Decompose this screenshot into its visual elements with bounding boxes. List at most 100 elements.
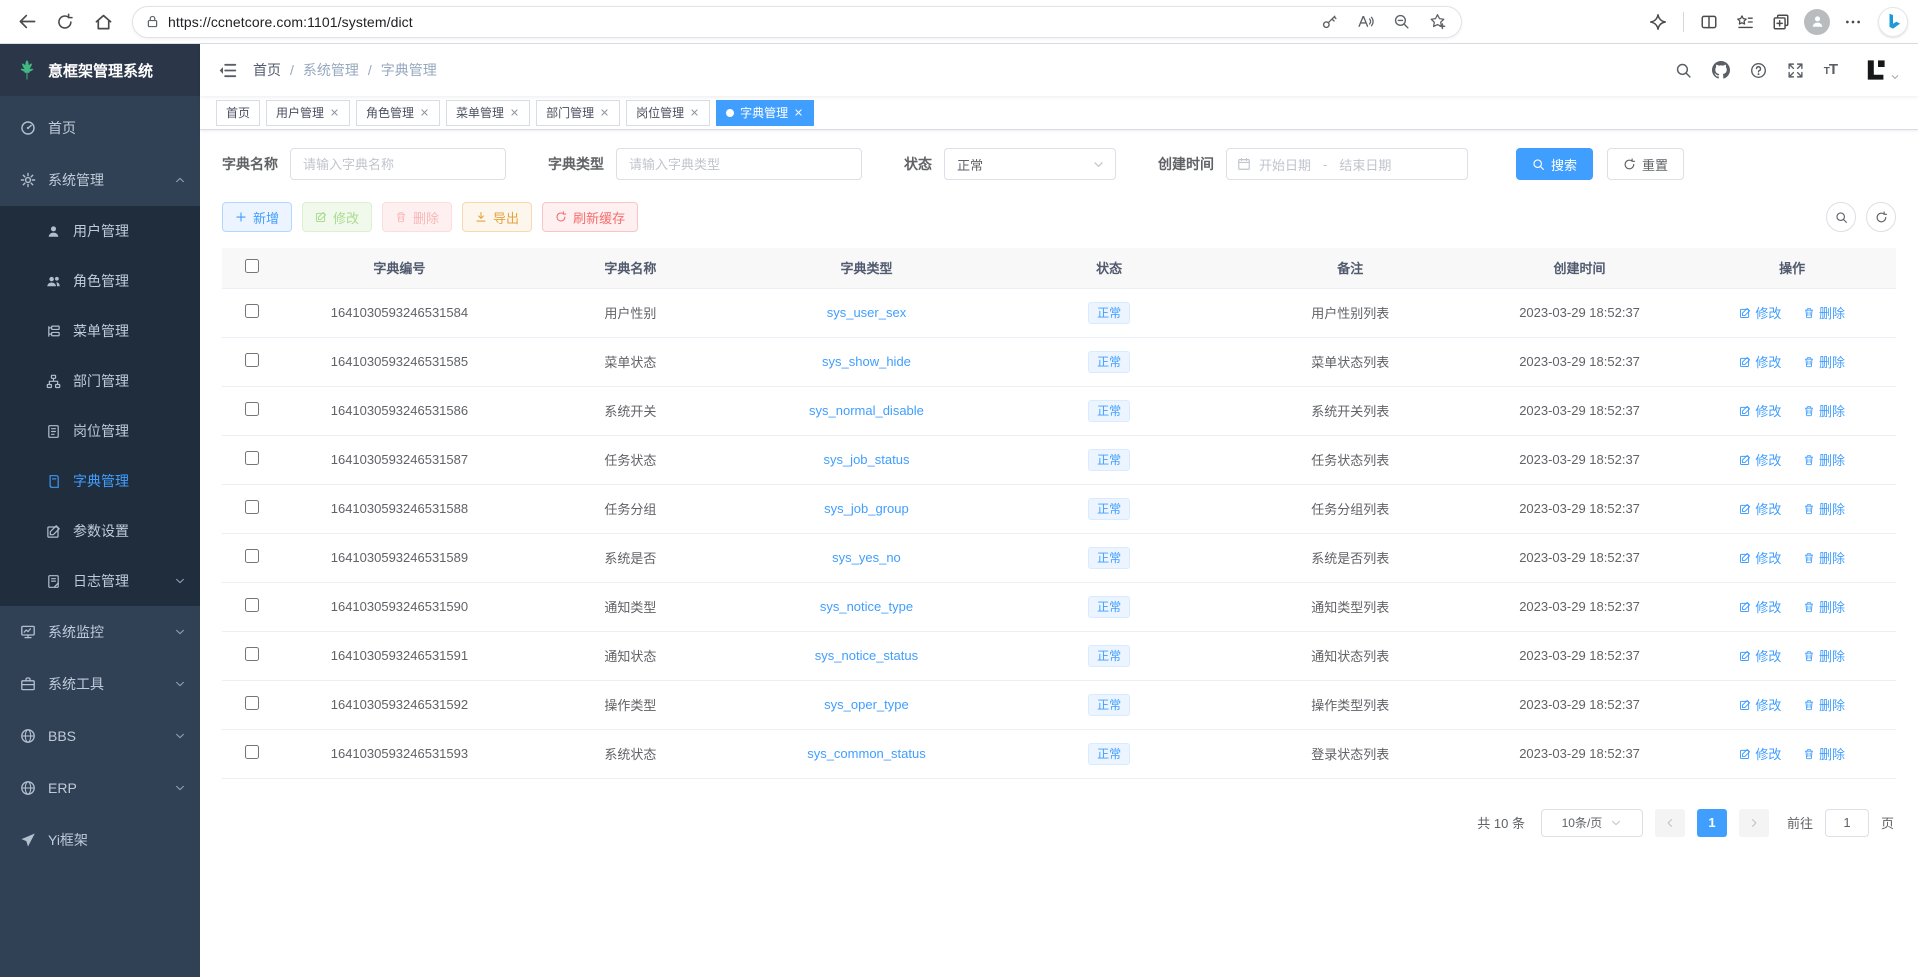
header-search-icon[interactable]: [1675, 62, 1692, 79]
dict-type-link[interactable]: sys_normal_disable: [809, 403, 924, 418]
password-key-icon[interactable]: [1315, 8, 1343, 36]
sidebar-item-menus[interactable]: 菜单管理: [0, 306, 200, 356]
fullscreen-icon[interactable]: [1787, 62, 1804, 79]
sidebar-item-yi[interactable]: Yi框架: [0, 814, 200, 866]
breadcrumb-home[interactable]: 首页: [253, 60, 281, 80]
row-checkbox[interactable]: [245, 647, 259, 661]
current-page-button[interactable]: 1: [1697, 809, 1727, 837]
row-checkbox[interactable]: [245, 402, 259, 416]
sidebar-item-users[interactable]: 用户管理: [0, 206, 200, 256]
dict-type-link[interactable]: sys_yes_no: [832, 550, 901, 565]
row-checkbox[interactable]: [245, 500, 259, 514]
add-favorite-icon[interactable]: [1423, 8, 1451, 36]
row-edit-button[interactable]: 修改: [1739, 401, 1781, 420]
sidebar-item-monitor[interactable]: 系统监控: [0, 606, 200, 658]
goto-page-input[interactable]: [1825, 809, 1869, 837]
split-screen-icon[interactable]: [1692, 5, 1726, 39]
browser-menu-icon[interactable]: [1836, 5, 1870, 39]
row-delete-button[interactable]: 删除: [1803, 646, 1845, 665]
close-icon[interactable]: [689, 107, 700, 118]
row-delete-button[interactable]: 删除: [1803, 450, 1845, 469]
sidebar-item-depts[interactable]: 部门管理: [0, 356, 200, 406]
dict-type-link[interactable]: sys_job_group: [824, 501, 909, 516]
dict-type-link[interactable]: sys_show_hide: [822, 354, 911, 369]
tab-menu-mgmt[interactable]: 菜单管理: [446, 100, 530, 126]
sidebar-item-dict[interactable]: 字典管理: [0, 456, 200, 506]
row-edit-button[interactable]: 修改: [1739, 450, 1781, 469]
search-button[interactable]: 搜索: [1516, 148, 1593, 180]
tab-post-mgmt[interactable]: 岗位管理: [626, 100, 710, 126]
sidebar-item-posts[interactable]: 岗位管理: [0, 406, 200, 456]
sidebar-item-logs[interactable]: 日志管理: [0, 556, 200, 606]
row-checkbox[interactable]: [245, 745, 259, 759]
row-edit-button[interactable]: 修改: [1739, 548, 1781, 567]
yi-framework-logo[interactable]: [1863, 58, 1900, 82]
row-edit-button[interactable]: 修改: [1739, 646, 1781, 665]
browser-back-button[interactable]: [10, 5, 44, 39]
sidebar-item-erp[interactable]: ERP: [0, 762, 200, 814]
browser-refresh-button[interactable]: [48, 5, 82, 39]
sidebar-item-home[interactable]: 首页: [0, 102, 200, 154]
refresh-cache-button[interactable]: 刷新缓存: [542, 202, 638, 232]
dict-type-link[interactable]: sys_common_status: [807, 746, 926, 761]
row-edit-button[interactable]: 修改: [1739, 597, 1781, 616]
row-delete-button[interactable]: 删除: [1803, 548, 1845, 567]
close-icon[interactable]: [599, 107, 610, 118]
row-delete-button[interactable]: 删除: [1803, 401, 1845, 420]
close-icon[interactable]: [329, 107, 340, 118]
help-icon[interactable]: [1750, 62, 1767, 79]
close-icon[interactable]: [509, 107, 520, 118]
tab-home[interactable]: 首页: [216, 100, 260, 126]
row-delete-button[interactable]: 删除: [1803, 695, 1845, 714]
page-size-select[interactable]: 10条/页: [1541, 809, 1643, 837]
row-delete-button[interactable]: 删除: [1803, 303, 1845, 322]
date-range-picker[interactable]: 开始日期 - 结束日期: [1226, 148, 1468, 180]
row-edit-button[interactable]: 修改: [1739, 303, 1781, 322]
bing-chat-icon[interactable]: [1878, 7, 1908, 37]
export-button[interactable]: 导出: [462, 202, 532, 232]
sidebar-item-system[interactable]: 系统管理: [0, 154, 200, 206]
close-icon[interactable]: [419, 107, 430, 118]
profile-avatar[interactable]: [1800, 5, 1834, 39]
row-checkbox[interactable]: [245, 549, 259, 563]
row-checkbox[interactable]: [245, 304, 259, 318]
sidebar-item-bbs[interactable]: BBS: [0, 710, 200, 762]
next-page-button[interactable]: [1739, 809, 1769, 837]
breadcrumb-system[interactable]: 系统管理: [303, 60, 359, 80]
tab-dept-mgmt[interactable]: 部门管理: [536, 100, 620, 126]
close-icon[interactable]: [793, 107, 804, 118]
delete-button[interactable]: 删除: [382, 202, 452, 232]
sidebar-collapse-icon[interactable]: [218, 61, 237, 80]
add-button[interactable]: 新增: [222, 202, 292, 232]
select-all-checkbox[interactable]: [245, 259, 259, 273]
github-icon[interactable]: [1712, 61, 1730, 79]
dict-type-link[interactable]: sys_oper_type: [824, 697, 909, 712]
favorites-icon[interactable]: [1728, 5, 1762, 39]
browser-home-button[interactable]: [86, 5, 120, 39]
row-edit-button[interactable]: 修改: [1739, 499, 1781, 518]
row-checkbox[interactable]: [245, 353, 259, 367]
dict-type-link[interactable]: sys_job_status: [823, 452, 909, 467]
dict-type-link[interactable]: sys_notice_status: [815, 648, 918, 663]
tab-user-mgmt[interactable]: 用户管理: [266, 100, 350, 126]
sidebar-item-tools[interactable]: 系统工具: [0, 658, 200, 710]
toggle-search-button[interactable]: [1826, 202, 1856, 232]
row-checkbox[interactable]: [245, 598, 259, 612]
dict-type-link[interactable]: sys_notice_type: [820, 599, 913, 614]
row-delete-button[interactable]: 删除: [1803, 499, 1845, 518]
sidebar-item-params[interactable]: 参数设置: [0, 506, 200, 556]
row-checkbox[interactable]: [245, 696, 259, 710]
row-checkbox[interactable]: [245, 451, 259, 465]
tab-role-mgmt[interactable]: 角色管理: [356, 100, 440, 126]
sidebar-item-roles[interactable]: 角色管理: [0, 256, 200, 306]
row-edit-button[interactable]: 修改: [1739, 695, 1781, 714]
prev-page-button[interactable]: [1655, 809, 1685, 837]
reset-button[interactable]: 重置: [1607, 148, 1684, 180]
font-size-icon[interactable]: TT: [1824, 61, 1837, 79]
dict-type-input[interactable]: [616, 148, 862, 180]
status-select[interactable]: 正常: [944, 148, 1116, 180]
dict-type-link[interactable]: sys_user_sex: [827, 305, 906, 320]
tab-dict-mgmt[interactable]: 字典管理: [716, 100, 814, 126]
collections-icon[interactable]: [1764, 5, 1798, 39]
zoom-out-icon[interactable]: [1387, 8, 1415, 36]
